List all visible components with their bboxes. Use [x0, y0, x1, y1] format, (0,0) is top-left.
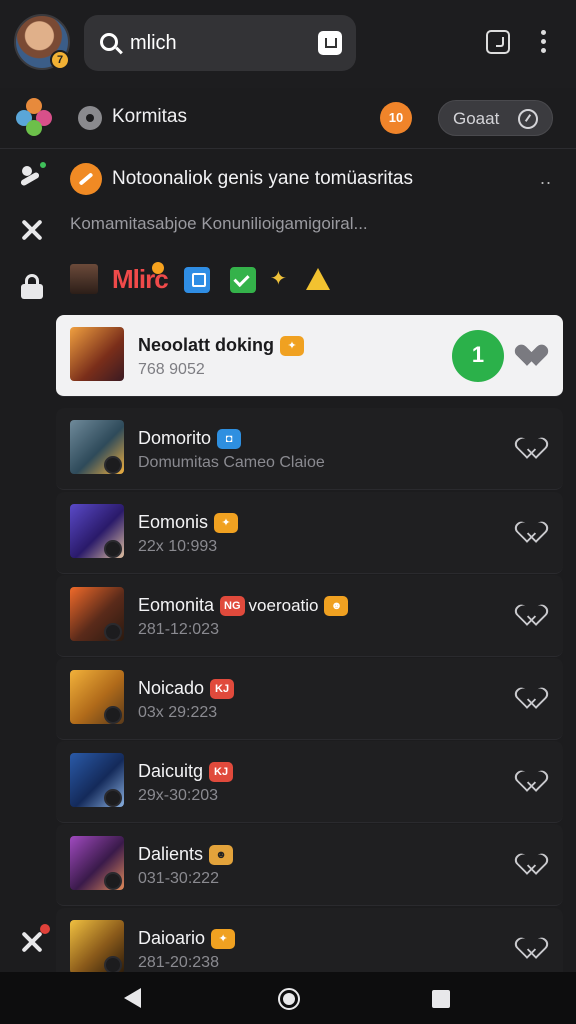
app-header-row: Kormitas 10 Goaat — [0, 88, 576, 148]
notice-more-button[interactable]: .. — [540, 168, 552, 189]
thumbnail-badge-icon — [104, 872, 122, 890]
search-bar[interactable]: mlich — [84, 15, 356, 71]
notice-subtitle: Komamitasabjoe Konunilioigamigoiral... — [70, 214, 368, 233]
list-item-note: voeroatio — [248, 596, 319, 615]
tools-icon[interactable] — [18, 924, 50, 956]
list-item-title: Eomonis ✦ — [138, 512, 239, 534]
heart-icon[interactable] — [523, 345, 545, 365]
heart-icon[interactable] — [523, 522, 545, 542]
goal-button[interactable]: Goaat — [438, 100, 553, 136]
notice-icon — [70, 163, 102, 195]
blue-box-icon[interactable] — [184, 267, 210, 293]
list-item-subtitle: 03x 29:223 — [138, 704, 218, 721]
list-item-tag: ◘ — [217, 429, 242, 450]
list-item-title: Neoolatt doking ✦ — [138, 335, 304, 357]
list-item-tag: ☻ — [209, 845, 234, 866]
heart-icon[interactable] — [523, 605, 545, 625]
heart-icon[interactable] — [523, 938, 545, 958]
heart-icon[interactable] — [523, 438, 545, 458]
list-item[interactable]: Dalients ☻ 031-30:222 — [56, 824, 563, 906]
list-item-title: Eomonita NG voeroatio ☻ — [138, 595, 349, 617]
list-item-subtitle: 031-30:222 — [138, 870, 219, 887]
list-item-title: Dalients ☻ — [138, 844, 234, 866]
list-item-tag: NG — [220, 596, 245, 617]
search-icon — [100, 33, 118, 51]
app-logo[interactable] — [16, 98, 54, 136]
system-nav-bar — [0, 972, 576, 1024]
brand-dot-icon — [152, 262, 164, 274]
list-item-tag: ✦ — [211, 929, 236, 950]
list-item-tag: KJ — [209, 762, 234, 783]
list-item-title: Noicado KJ — [138, 678, 235, 700]
heart-icon[interactable] — [523, 771, 545, 791]
list-item[interactable]: Eomonis ✦ 22x 10:993 — [56, 492, 563, 574]
list-item-tag: KJ — [210, 679, 235, 700]
list-item-subtitle: 281-20:238 — [138, 954, 219, 971]
screen-share-icon[interactable] — [486, 30, 510, 54]
thumbnail-badge-icon — [104, 456, 122, 474]
green-check-icon[interactable] — [230, 267, 256, 293]
list-item-subtitle: Domumitas Cameo Claioe — [138, 454, 325, 471]
thumbnail-badge-icon — [104, 706, 122, 724]
compass-icon — [518, 109, 538, 129]
list-item-subtitle: 281-12:023 — [138, 621, 219, 638]
list-item-subtitle: 29x-30:203 — [138, 787, 219, 804]
search-input[interactable]: mlich — [130, 32, 177, 55]
notification-badge[interactable]: 10 — [380, 102, 412, 134]
download-button[interactable]: 1 — [452, 330, 504, 382]
thumbnail-badge-icon — [104, 623, 122, 641]
header-divider — [0, 148, 576, 149]
list-item-subtitle: 22x 10:993 — [138, 538, 218, 555]
list-item-title: Daicuitg KJ — [138, 761, 234, 783]
heart-icon[interactable] — [523, 688, 545, 708]
close-icon[interactable] — [18, 216, 46, 244]
list-item[interactable]: Daicuitg KJ 29x-30:203 — [56, 741, 563, 823]
recent-apps-icon[interactable] — [432, 990, 450, 1008]
person-run-icon[interactable] — [18, 160, 48, 192]
list-item[interactable]: Domorito ◘ Domumitas Cameo Claioe — [56, 408, 563, 490]
thumbnail-badge-icon — [104, 540, 122, 558]
lock-icon[interactable] — [18, 273, 46, 301]
avatar-level-badge: 7 — [50, 50, 70, 70]
back-icon[interactable] — [124, 988, 141, 1008]
warning-icon[interactable] — [306, 268, 330, 290]
heart-icon[interactable] — [523, 854, 545, 874]
list-item[interactable]: Noicado KJ 03x 29:223 — [56, 658, 563, 740]
goal-label: Goaat — [453, 109, 500, 128]
more-options-icon[interactable] — [538, 30, 548, 54]
top-bar: 7 mlich — [0, 0, 576, 88]
list-item-subtitle: 768 9052 — [138, 361, 205, 378]
gear-icon[interactable] — [78, 106, 102, 130]
star-icon[interactable]: ✦ — [270, 268, 292, 290]
mini-avatar[interactable] — [70, 264, 98, 294]
list-item-title: Domorito ◘ — [138, 428, 242, 450]
badge-row: Mlirc ✦ — [70, 262, 370, 296]
game-thumbnail — [70, 327, 124, 381]
list-item-title: Daioario ✦ — [138, 928, 236, 950]
list-item[interactable]: Neoolatt doking ✦ 768 9052 1 — [56, 315, 563, 397]
notice-title: Notoonaliok genis yane tomüasritas — [112, 168, 414, 189]
list-item-tag: ✦ — [280, 336, 304, 357]
app-title: Kormitas — [112, 106, 187, 127]
list-item-tag: ✦ — [214, 513, 239, 534]
thumbnail-badge-icon — [104, 789, 122, 807]
list-item-tag: ☻ — [324, 596, 349, 617]
home-icon[interactable] — [278, 988, 300, 1010]
list-item[interactable]: Eomonita NG voeroatio ☻ 281-12:023 — [56, 575, 563, 657]
clipboard-icon[interactable] — [318, 31, 342, 55]
